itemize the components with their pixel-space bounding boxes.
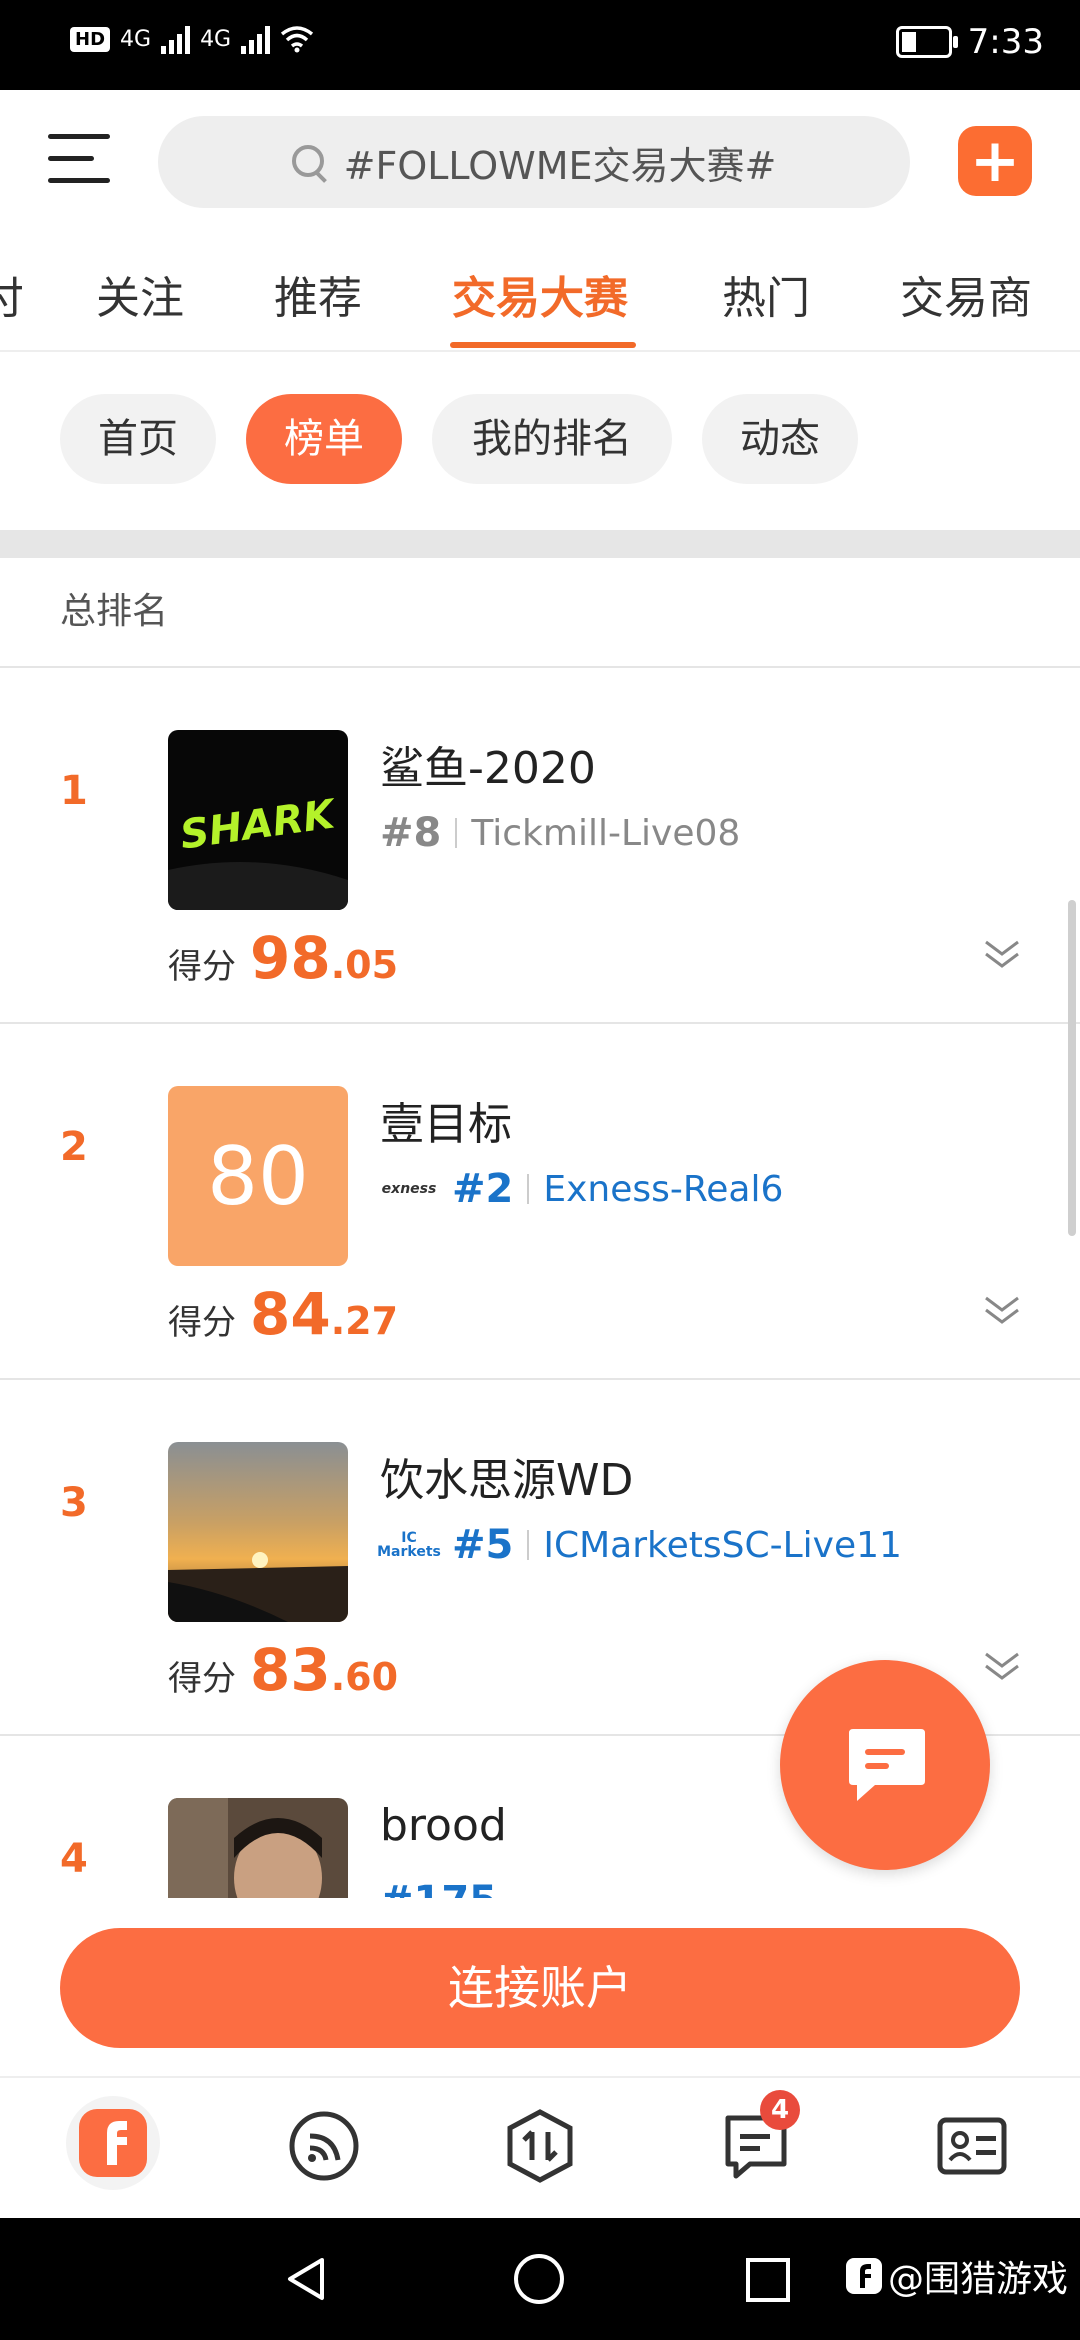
category-tabs: 付 关注 推荐 交易大赛 热门 交易商 bbox=[0, 240, 1080, 352]
search-icon bbox=[291, 145, 326, 179]
back-icon[interactable] bbox=[282, 2254, 332, 2304]
ranking-row[interactable]: 2 80 壹目标 exness #2 Exness-Real6 得分 84 .2… bbox=[0, 1024, 1080, 1380]
account-name[interactable]: ICMarketsSC-Live11 bbox=[543, 1525, 902, 1566]
watermark-text: @围猎游戏 bbox=[887, 2259, 1068, 2300]
add-button[interactable]: + bbox=[958, 126, 1032, 196]
bottom-nav: 4 bbox=[0, 2076, 1080, 2218]
watermark-logo-icon bbox=[845, 2258, 882, 2294]
chevron-down-icon[interactable] bbox=[982, 1646, 1022, 1686]
trader-name[interactable]: brood bbox=[380, 1800, 507, 1851]
connect-account-button[interactable]: 连接账户 bbox=[60, 1928, 1020, 2048]
score: 得分 83 .60 bbox=[168, 1636, 398, 1704]
account-meta: exness #2 Exness-Real6 bbox=[380, 1166, 784, 1212]
score-decimal: .27 bbox=[330, 1299, 399, 1343]
tab-follow[interactable]: 关注 bbox=[96, 262, 184, 326]
position-number: #5 bbox=[452, 1522, 514, 1568]
chat-icon bbox=[849, 1729, 925, 1801]
tab-hot[interactable]: 热门 bbox=[722, 262, 810, 326]
score-integer: 98 bbox=[250, 924, 331, 992]
separator bbox=[527, 1530, 530, 1560]
score-label: 得分 bbox=[168, 947, 236, 987]
trader-name[interactable]: 壹目标 bbox=[380, 1088, 512, 1152]
pill-updates[interactable]: 动态 bbox=[702, 394, 858, 484]
active-tab-indicator bbox=[450, 342, 636, 348]
score-integer: 83 bbox=[250, 1636, 331, 1704]
sunset-photo bbox=[168, 1442, 348, 1622]
rank-number: 4 bbox=[60, 1836, 88, 1882]
trade-icon[interactable] bbox=[500, 2106, 580, 2186]
rank-number: 3 bbox=[60, 1480, 88, 1526]
tab-partial[interactable]: 付 bbox=[0, 262, 24, 326]
pill-leaderboard[interactable]: 榜单 bbox=[246, 394, 402, 484]
tab-recommended[interactable]: 推荐 bbox=[274, 262, 362, 326]
tab-brokers[interactable]: 交易商 bbox=[900, 262, 1032, 326]
chevron-down-icon[interactable] bbox=[982, 934, 1022, 974]
score-label: 得分 bbox=[168, 1659, 236, 1699]
watermark: @围猎游戏 bbox=[845, 2250, 1068, 2302]
score-integer: 84 bbox=[250, 1280, 331, 1348]
score-label: 得分 bbox=[168, 1303, 236, 1343]
search-text: #FOLLOWME交易大赛# bbox=[343, 143, 777, 188]
menu-icon[interactable] bbox=[48, 134, 110, 186]
home-icon[interactable] bbox=[512, 2252, 566, 2306]
position-number: #2 bbox=[452, 1166, 514, 1212]
notification-badge: 4 bbox=[760, 2090, 800, 2130]
avatar[interactable] bbox=[168, 1442, 348, 1622]
account-meta: #8 Tickmill-Live08 bbox=[380, 810, 740, 856]
wifi-icon bbox=[281, 26, 314, 53]
separator bbox=[455, 818, 458, 848]
pill-home[interactable]: 首页 bbox=[60, 394, 216, 484]
battery-icon bbox=[895, 26, 958, 58]
trader-name[interactable]: 饮水思源WD bbox=[380, 1444, 633, 1508]
score-decimal: .05 bbox=[330, 943, 399, 987]
bottom-panel: 连接账户 4 bbox=[0, 1898, 1080, 2218]
network-type-1: 4G bbox=[120, 26, 152, 52]
network-type-2: 4G bbox=[200, 26, 232, 52]
nav-messages[interactable]: 4 bbox=[716, 2090, 800, 2186]
scrollbar[interactable] bbox=[1068, 900, 1076, 1236]
recents-icon[interactable] bbox=[744, 2256, 792, 2304]
exness-logo: exness bbox=[381, 1181, 437, 1197]
avatar[interactable]: SHARK bbox=[168, 730, 348, 910]
signal-icon bbox=[161, 24, 191, 54]
hd-indicator: HD bbox=[70, 26, 111, 52]
status-right: 7:33 bbox=[895, 22, 1044, 62]
account-name[interactable]: Exness-Real6 bbox=[543, 1169, 783, 1210]
ranking-row[interactable]: 1 SHARK 鲨鱼-2020 #8 Tickmill-Live08 得分 98… bbox=[0, 668, 1080, 1024]
score-decimal: .60 bbox=[330, 1655, 399, 1699]
section-divider bbox=[0, 530, 1080, 558]
search-bar[interactable]: #FOLLOWME交易大赛# bbox=[158, 116, 910, 208]
sub-nav: 首页 榜单 我的排名 动态 bbox=[0, 394, 1080, 488]
score: 得分 84 .27 bbox=[168, 1280, 398, 1348]
avatar[interactable]: 80 bbox=[168, 1086, 348, 1266]
status-bar: HD 4G 4G 7:33 bbox=[0, 0, 1080, 90]
chevron-down-icon[interactable] bbox=[982, 1290, 1022, 1330]
account-name: Tickmill-Live08 bbox=[471, 812, 741, 854]
score: 得分 98 .05 bbox=[168, 924, 398, 992]
nav-home[interactable] bbox=[66, 2096, 160, 2190]
status-left: HD 4G 4G bbox=[70, 24, 314, 54]
profile-card-icon[interactable] bbox=[932, 2106, 1012, 2186]
section-title: 总排名 bbox=[60, 591, 169, 632]
trader-name[interactable]: 鲨鱼-2020 bbox=[380, 732, 596, 796]
message-fab[interactable] bbox=[780, 1660, 990, 1870]
position-number: #8 bbox=[380, 810, 442, 856]
rank-number: 1 bbox=[60, 768, 88, 814]
pill-my-ranking[interactable]: 我的排名 bbox=[432, 394, 672, 484]
followme-logo-icon bbox=[79, 2109, 147, 2177]
clock: 7:33 bbox=[967, 22, 1044, 62]
account-meta: IC Markets #5 ICMarketsSC-Live11 bbox=[377, 1522, 902, 1568]
icmarkets-logo: IC Markets bbox=[377, 1530, 441, 1560]
rank-number: 2 bbox=[60, 1124, 88, 1170]
separator bbox=[527, 1174, 530, 1204]
tab-trading-contest[interactable]: 交易大赛 bbox=[452, 262, 628, 326]
signal-icon-2 bbox=[241, 24, 271, 54]
system-navigation-bar: @围猎游戏 bbox=[0, 2218, 1080, 2340]
app-header: #FOLLOWME交易大赛# + bbox=[0, 90, 1080, 230]
shark-logo-image: SHARK bbox=[168, 730, 348, 910]
feed-icon[interactable] bbox=[284, 2106, 364, 2186]
